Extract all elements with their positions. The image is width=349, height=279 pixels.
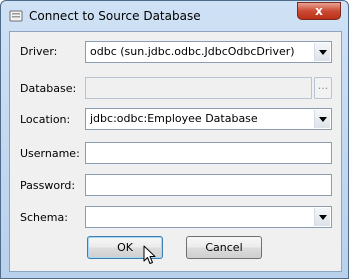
password-field[interactable] [85, 174, 332, 196]
dialog-window: Connect to Source Database x Driver: odb… [0, 0, 349, 279]
browse-button[interactable]: ... [314, 77, 332, 99]
chevron-down-icon[interactable] [314, 43, 330, 61]
close-icon: x [315, 4, 323, 18]
location-label: Location: [20, 113, 71, 126]
schema-label: Schema: [20, 211, 68, 224]
database-icon [9, 9, 23, 23]
window-title: Connect to Source Database [29, 9, 201, 23]
ok-label: OK [117, 241, 133, 254]
username-label: Username: [20, 147, 80, 160]
location-dropdown[interactable]: jdbc:odbc:Employee Database [85, 108, 332, 130]
driver-label: Driver: [20, 45, 58, 58]
close-button[interactable]: x [297, 2, 341, 20]
chevron-down-icon[interactable] [314, 110, 330, 128]
driver-value: odbc (sun.jdbc.odbc.JdbcOdbcDriver) [90, 45, 295, 58]
chevron-down-icon[interactable] [314, 208, 330, 226]
cancel-button[interactable]: Cancel [186, 236, 262, 259]
dialog-body: Driver: odbc (sun.jdbc.odbc.JdbcOdbcDriv… [9, 31, 342, 272]
schema-dropdown[interactable] [85, 206, 332, 228]
cancel-label: Cancel [205, 241, 243, 254]
password-label: Password: [20, 179, 76, 192]
database-label: Database: [20, 82, 77, 95]
browse-label: ... [317, 79, 329, 92]
username-field[interactable] [85, 142, 332, 164]
title-bar[interactable]: Connect to Source Database x [1, 1, 348, 31]
driver-dropdown[interactable]: odbc (sun.jdbc.odbc.JdbcOdbcDriver) [85, 41, 332, 63]
mouse-pointer-icon [143, 245, 156, 268]
location-value: jdbc:odbc:Employee Database [90, 112, 258, 125]
database-field[interactable] [85, 77, 312, 99]
